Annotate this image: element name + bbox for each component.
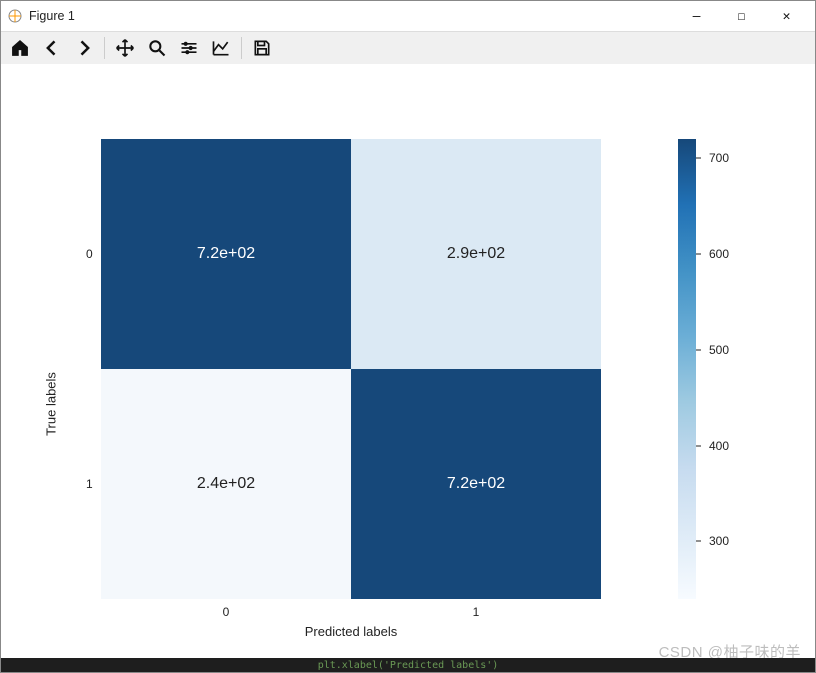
y-axis-label: True labels bbox=[44, 372, 59, 436]
maximize-button[interactable]: ☐ bbox=[719, 2, 764, 30]
x-axis-label: Predicted labels bbox=[305, 624, 398, 639]
cbar-tick-700: 700 bbox=[699, 151, 729, 165]
matplotlib-toolbar bbox=[1, 32, 815, 65]
x-tick-1: 1 bbox=[473, 605, 480, 619]
editor-code-line: plt.xlabel('Predicted labels') bbox=[318, 660, 499, 671]
close-button[interactable]: ✕ bbox=[764, 2, 809, 30]
toolbar-pan-button[interactable] bbox=[110, 34, 140, 62]
toolbar-save-button[interactable] bbox=[247, 34, 277, 62]
cbar-tick-400: 400 bbox=[699, 439, 729, 453]
window-title-bar: Figure 1 — ☐ ✕ bbox=[1, 1, 815, 32]
cell-1-1: 7.2e+02 bbox=[351, 369, 601, 599]
toolbar-home-button[interactable] bbox=[5, 34, 35, 62]
matplotlib-figure-window: Figure 1 — ☐ ✕ True labels 0 1 7.2e+02 2… bbox=[0, 0, 816, 673]
x-tick-0: 0 bbox=[223, 605, 230, 619]
toolbar-subplots-button[interactable] bbox=[174, 34, 204, 62]
y-tick-1: 1 bbox=[86, 477, 93, 491]
y-tick-0: 0 bbox=[86, 247, 93, 261]
cbar-tick-600: 600 bbox=[699, 247, 729, 261]
matplotlib-app-icon bbox=[7, 8, 23, 24]
toolbar-zoom-button[interactable] bbox=[142, 34, 172, 62]
toolbar-forward-button[interactable] bbox=[69, 34, 99, 62]
toolbar-axes-button[interactable] bbox=[206, 34, 236, 62]
cell-0-0: 7.2e+02 bbox=[101, 139, 351, 369]
minimize-button[interactable]: — bbox=[674, 2, 719, 30]
heatmap-grid: 7.2e+02 2.9e+02 2.4e+02 7.2e+02 0 1 Pred… bbox=[101, 139, 601, 599]
window-title: Figure 1 bbox=[29, 9, 75, 23]
colorbar bbox=[678, 139, 696, 599]
cbar-tick-300: 300 bbox=[699, 534, 729, 548]
plot-canvas: True labels 0 1 7.2e+02 2.9e+02 2.4e+02 … bbox=[1, 64, 815, 672]
cbar-tick-500: 500 bbox=[699, 343, 729, 357]
confusion-matrix: True labels 0 1 7.2e+02 2.9e+02 2.4e+02 … bbox=[61, 139, 761, 669]
cell-1-0: 2.4e+02 bbox=[101, 369, 351, 599]
cell-0-1: 2.9e+02 bbox=[351, 139, 601, 369]
toolbar-back-button[interactable] bbox=[37, 34, 67, 62]
editor-bottom-strip: plt.xlabel('Predicted labels') bbox=[1, 658, 815, 672]
